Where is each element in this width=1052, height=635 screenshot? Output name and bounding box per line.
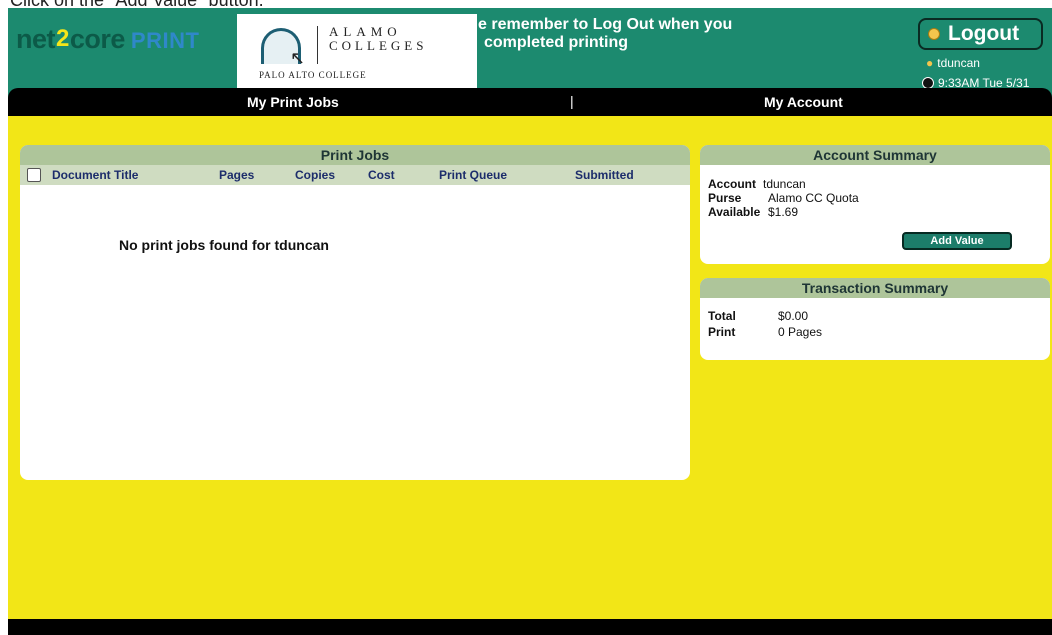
transaction-summary-title: Transaction Summary	[700, 278, 1050, 298]
account-summary-panel: Account Summary Account tduncan Purse Alam…	[700, 145, 1050, 264]
print-value: 0 Pages	[778, 325, 823, 339]
purse-label: Purse	[708, 191, 742, 205]
available-label: Available	[708, 205, 761, 219]
purse-row: Purse Alamo CC Quota	[708, 191, 859, 205]
logout-button[interactable]: Logout	[918, 18, 1043, 50]
print-label: Print	[708, 325, 736, 339]
print-jobs-header: Document Title Pages Copies Cost Print Q…	[20, 165, 690, 185]
account-row: Account tduncan	[708, 177, 806, 191]
app-window: net2core PRINT ↖ ALAMO COLLEGES PALO ALTO…	[8, 8, 1052, 635]
transaction-summary-panel: Transaction Summary Total $0.00 Print 0 Pa…	[700, 278, 1050, 360]
current-user: ● tduncan	[926, 56, 980, 70]
reminder-line1: e remember to Log Out when you	[478, 16, 733, 33]
college-name-line2: COLLEGES	[329, 38, 428, 53]
netcore-print-logo: net2core PRINT	[16, 24, 199, 55]
available-row: Available $1.69	[708, 205, 798, 219]
logout-icon	[928, 28, 940, 40]
logo-two-icon: 2	[56, 25, 69, 52]
print-row: Print 0 Pages	[708, 325, 822, 339]
main-nav: My Print Jobs | My Account	[8, 88, 1052, 119]
total-row: Total $0.00	[708, 309, 808, 323]
purse-value: Alamo CC Quota	[768, 191, 859, 205]
total-label: Total	[708, 309, 736, 323]
account-summary-title: Account Summary	[700, 145, 1050, 165]
user-name: tduncan	[937, 56, 980, 70]
logo-prefix: net	[16, 24, 56, 54]
college-campus: PALO ALTO COLLEGE	[259, 70, 367, 80]
logo-core: core	[69, 24, 126, 54]
col-copies[interactable]: Copies	[295, 168, 335, 182]
col-cost[interactable]: Cost	[368, 168, 395, 182]
user-icon: ●	[926, 56, 934, 70]
col-pages[interactable]: Pages	[219, 168, 254, 182]
col-document-title[interactable]: Document Title	[52, 168, 138, 182]
mouse-cursor-icon: ↖	[290, 48, 306, 68]
account-label: Account	[708, 177, 756, 191]
empty-jobs-message: No print jobs found for tduncan	[119, 237, 329, 253]
col-submitted[interactable]: Submitted	[575, 168, 634, 182]
content-area: Print Jobs Document Title Pages Copies C…	[8, 116, 1052, 619]
print-jobs-panel: Print Jobs Document Title Pages Copies C…	[20, 145, 690, 480]
reminder-line2: completed printing	[484, 34, 628, 51]
footer-bar	[8, 619, 1052, 635]
logo-print: PRINT	[130, 28, 200, 53]
logout-reminder: e remember to Log Out when you completed…	[478, 16, 732, 52]
nav-my-print-jobs[interactable]: My Print Jobs	[247, 94, 339, 110]
logo-divider	[317, 26, 318, 64]
col-print-queue[interactable]: Print Queue	[439, 168, 507, 182]
select-all-checkbox[interactable]	[27, 168, 41, 182]
add-value-button[interactable]: Add Value	[902, 232, 1012, 250]
print-jobs-title: Print Jobs	[20, 145, 690, 165]
account-value: tduncan	[763, 177, 806, 191]
available-value: $1.69	[768, 205, 799, 219]
nav-my-account[interactable]: My Account	[764, 94, 843, 110]
logout-label: Logout	[948, 22, 1020, 45]
college-logo: ↖ ALAMO COLLEGES PALO ALTO COLLEGE	[237, 14, 477, 88]
total-value: $0.00	[778, 309, 809, 323]
nav-separator: |	[570, 93, 574, 109]
